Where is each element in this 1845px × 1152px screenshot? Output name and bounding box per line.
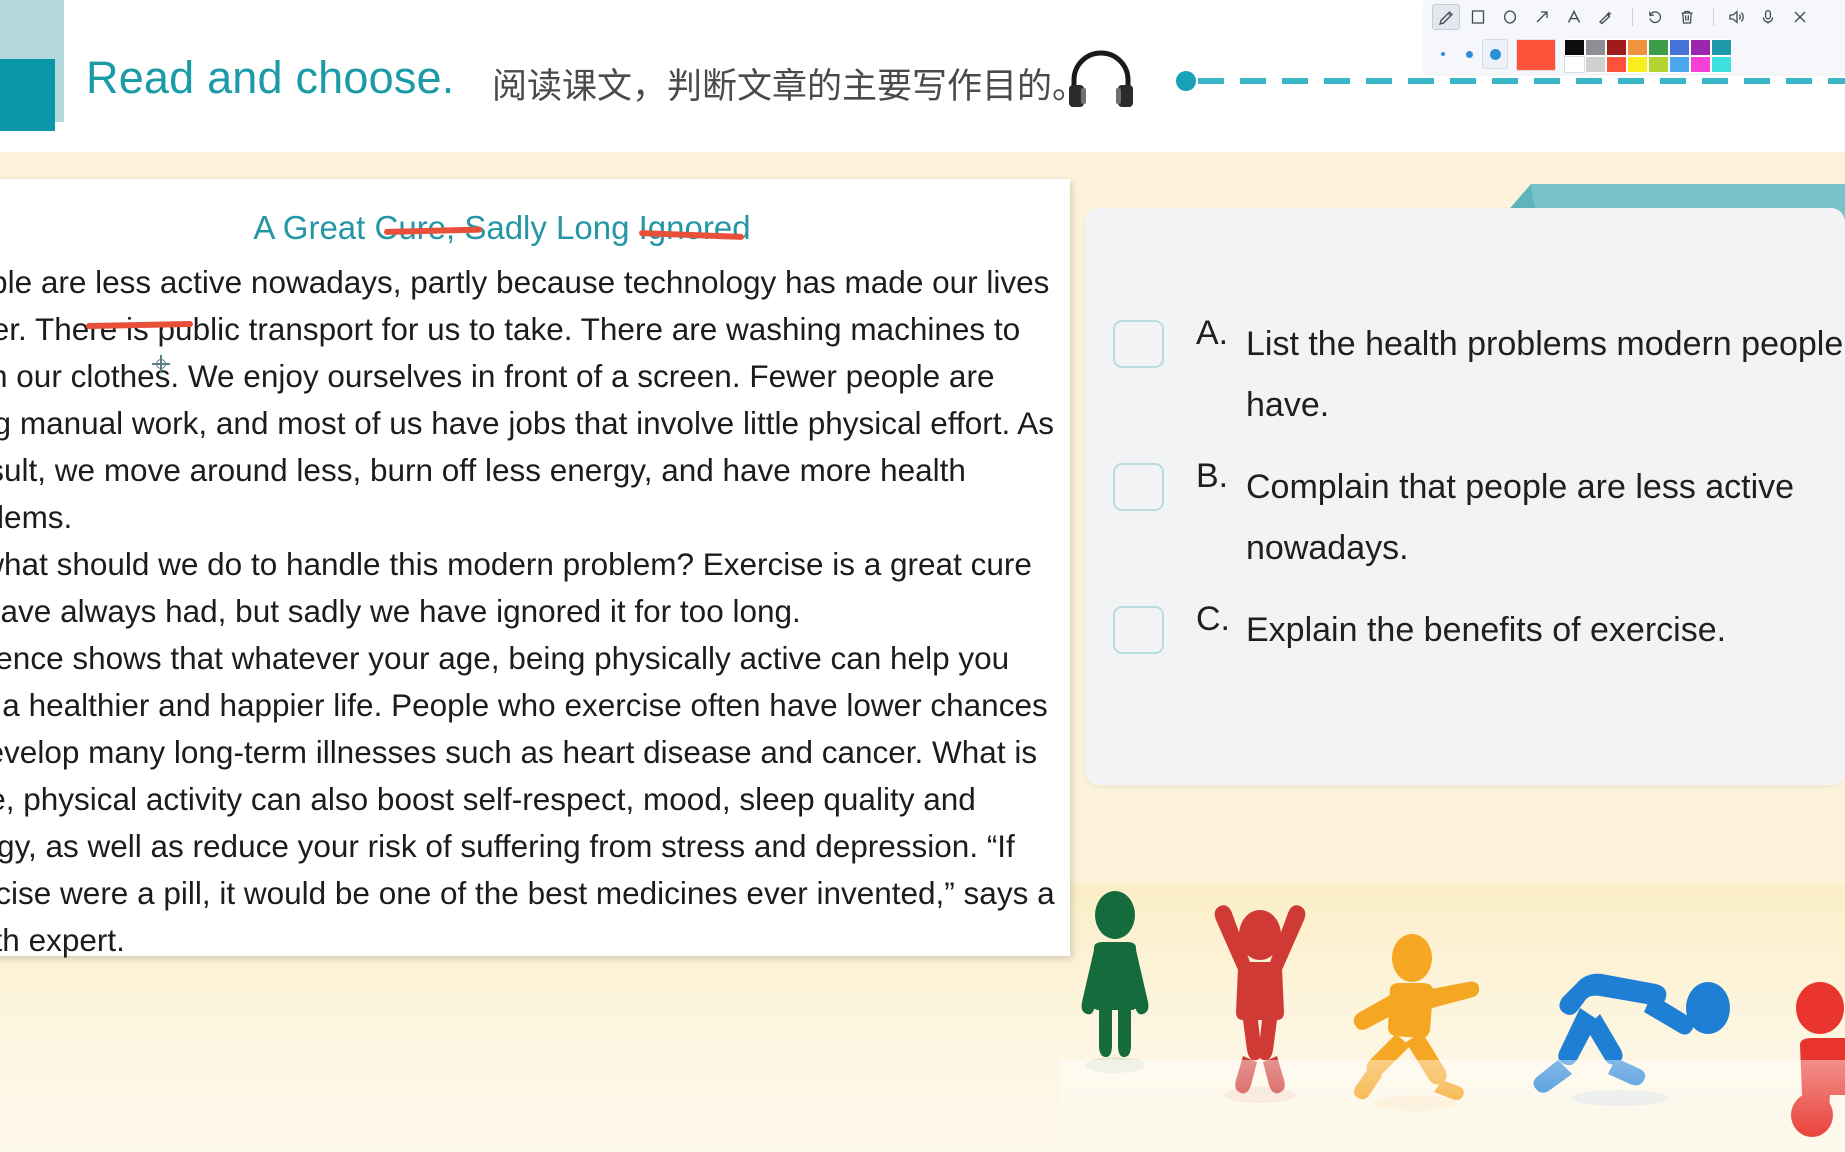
toolbar-divider-2 xyxy=(1713,8,1714,26)
color-swatch[interactable] xyxy=(1669,39,1690,56)
dashed-line-dot xyxy=(1176,71,1196,91)
speaker-button[interactable] xyxy=(1722,4,1750,30)
page-title: Read and choose. xyxy=(86,52,455,103)
slide-root: Read and choose. 阅读课文，判断文章的主要写作目的。 A Gre… xyxy=(0,0,1845,1152)
options-list: A. List the health problems modern peopl… xyxy=(1113,314,1845,682)
option-row-a[interactable]: A. List the health problems modern peopl… xyxy=(1113,314,1845,436)
article-title: A Great Cure, Sadly Long Ignored xyxy=(253,209,751,246)
option-checkbox-a[interactable] xyxy=(1113,320,1164,368)
annotation-palette-bar[interactable] xyxy=(1424,34,1845,74)
color-swatch[interactable] xyxy=(1648,56,1669,73)
article-paragraph-2: So what should we do to handle this mode… xyxy=(0,546,1032,629)
stroke-size-small[interactable] xyxy=(1430,39,1456,69)
color-swatch[interactable] xyxy=(1564,39,1585,56)
color-swatch[interactable] xyxy=(1711,56,1732,73)
magic-wand-tool-button[interactable] xyxy=(1592,4,1620,30)
article-paragraph-1: People are less active nowadays, partly … xyxy=(0,264,1055,535)
option-letter-c: C. xyxy=(1196,600,1230,638)
color-swatch[interactable] xyxy=(1606,56,1627,73)
annotation-toolbar[interactable] xyxy=(1424,0,1845,34)
option-text-b: Complain that people are less active now… xyxy=(1246,468,1795,567)
standing-figure xyxy=(1081,891,1149,1057)
color-swatch[interactable] xyxy=(1711,39,1732,56)
color-swatch[interactable] xyxy=(1606,39,1627,56)
trash-button[interactable] xyxy=(1673,4,1701,30)
circle-tool-button[interactable] xyxy=(1496,4,1524,30)
reading-passage-card: A Great Cure, Sadly Long Ignored People … xyxy=(0,179,1070,958)
rectangle-tool-button[interactable] xyxy=(1464,4,1492,30)
color-swatch[interactable] xyxy=(1627,39,1648,56)
option-letter-b: B. xyxy=(1196,457,1229,495)
stroke-size-medium[interactable] xyxy=(1456,39,1482,69)
text-tool-button[interactable] xyxy=(1560,4,1588,30)
option-row-b[interactable]: B. Complain that people are less active … xyxy=(1113,457,1845,579)
color-swatch[interactable] xyxy=(1564,56,1585,73)
color-swatch[interactable] xyxy=(1585,56,1606,73)
color-swatch[interactable] xyxy=(1585,39,1606,56)
decorative-square-dark xyxy=(0,59,55,131)
dashed-divider-line xyxy=(1198,78,1845,84)
undo-button[interactable] xyxy=(1641,4,1669,30)
option-text-c: Explain the benefits of exercise. xyxy=(1246,611,1727,649)
option-row-c[interactable]: C. Explain the benefits of exercise. xyxy=(1113,600,1845,661)
option-checkbox-c[interactable] xyxy=(1113,606,1164,654)
toolbar-divider-1 xyxy=(1632,8,1633,26)
article-paragraph-3: Evidence shows that whatever your age, b… xyxy=(0,640,1055,958)
option-letter-a: A. xyxy=(1196,314,1229,352)
page-subtitle: 阅读课文，判断文章的主要写作目的。 xyxy=(492,67,1088,106)
stroke-size-group[interactable] xyxy=(1430,39,1508,69)
color-swatch[interactable] xyxy=(1627,56,1648,73)
color-swatch-grid[interactable] xyxy=(1564,39,1732,73)
arrow-tool-button[interactable] xyxy=(1528,4,1556,30)
headphone-icon[interactable] xyxy=(1068,50,1134,108)
annotation-crosshair-cursor xyxy=(152,355,170,373)
color-swatch[interactable] xyxy=(1669,56,1690,73)
option-checkbox-b[interactable] xyxy=(1113,463,1164,511)
stroke-size-large[interactable] xyxy=(1482,39,1508,69)
option-text-a: List the health problems modern people h… xyxy=(1246,325,1844,424)
exercise-pictograms xyxy=(1060,890,1845,1152)
color-swatch[interactable] xyxy=(1648,39,1669,56)
color-swatch[interactable] xyxy=(1690,56,1711,73)
microphone-button[interactable] xyxy=(1754,4,1782,30)
color-swatch[interactable] xyxy=(1690,39,1711,56)
current-color-swatch[interactable] xyxy=(1516,39,1556,71)
pen-tool-button[interactable] xyxy=(1432,4,1460,30)
close-button[interactable] xyxy=(1786,4,1814,30)
